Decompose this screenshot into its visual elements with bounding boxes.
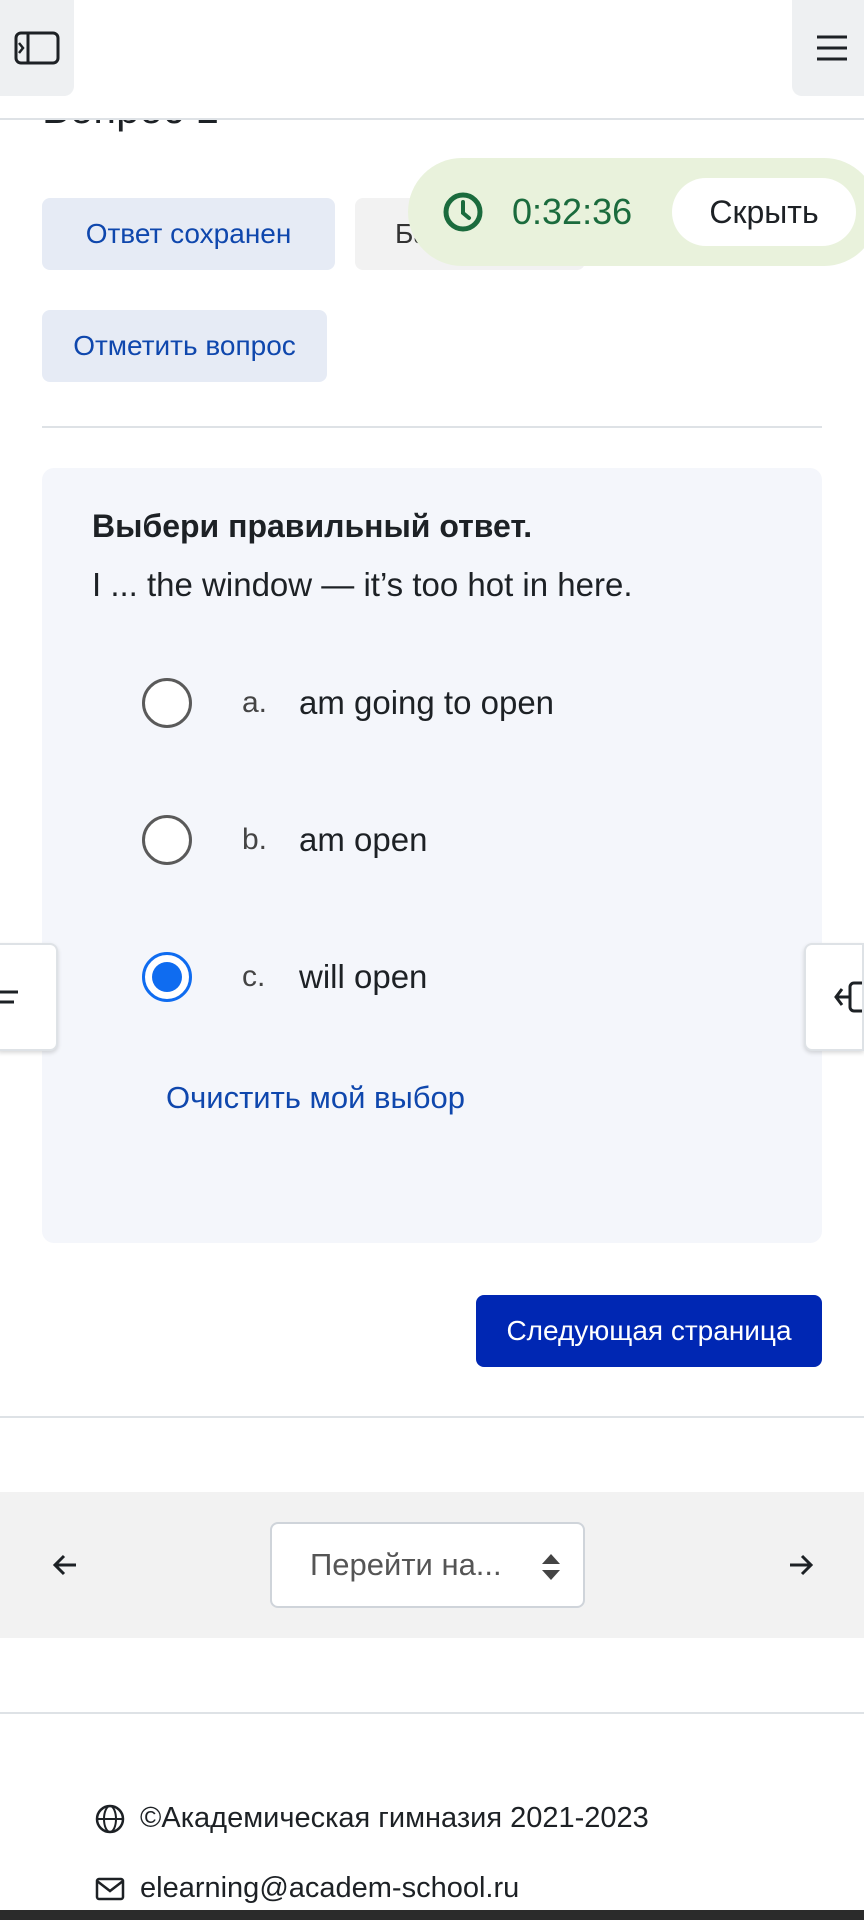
question-prompt: Выбери правильный ответ. [92,508,533,544]
top-bar [0,0,864,120]
clear-choice-link[interactable]: Очистить мой выбор [166,1080,465,1116]
option-text: will open [299,958,428,995]
right-drawer-tab[interactable] [804,943,864,1051]
jump-to-select[interactable]: Перейти на... [270,1522,585,1608]
divider [0,1712,864,1714]
answer-option-c[interactable]: c. will open [142,942,742,1012]
system-bottom-bar [0,1910,864,1920]
hamburger-menu-icon [817,35,847,61]
jump-to-placeholder: Перейти на... [310,1547,502,1582]
radio-button-a[interactable] [142,678,192,728]
hide-timer-button[interactable]: Скрыть [672,178,856,246]
drawer-open-icon [834,981,862,1013]
drawer-toggle-icon [0,990,18,1004]
footer-copyright: ©Академическая гимназия 2021-2023 [94,1802,649,1835]
copyright-text: ©Академическая гимназия 2021-2023 [140,1802,649,1834]
timer-value: 0:32:36 [512,191,633,232]
option-letter: c. [242,960,266,993]
question-navigation-bar: Перейти на... [0,1492,864,1638]
option-text: am going to open [299,684,555,721]
left-drawer-tab[interactable] [0,943,58,1051]
arrow-right-icon [790,1554,814,1576]
select-caret-icon [542,1554,560,1580]
menu-button[interactable] [792,0,864,96]
radio-button-c[interactable] [142,952,192,1002]
sidebar-toggle-button[interactable] [0,0,74,96]
previous-activity-button[interactable] [42,1542,88,1588]
clock-icon [443,192,483,232]
flag-question-button[interactable]: Отметить вопрос [42,310,327,382]
mail-icon [95,1877,125,1900]
option-letter: a. [242,686,268,719]
arrow-left-icon [52,1554,76,1576]
next-activity-button[interactable] [778,1542,824,1588]
option-text: am open [299,821,428,858]
divider [0,1416,864,1418]
option-letter: b. [242,823,268,856]
next-page-button[interactable]: Следующая страница [476,1295,822,1367]
answer-option-b[interactable]: b. am open [142,805,742,875]
divider [42,426,822,428]
question-card: Выбери правильный ответ. I ... the windo… [42,468,822,1243]
question-text: I ... the window — it’s too hot in here. [92,566,633,603]
sidebar-toggle-icon [14,31,60,65]
email-link[interactable]: elearning@academ-school.ru [140,1872,519,1905]
quiz-timer: 0:32:36 Скрыть [408,158,864,266]
answer-option-a[interactable]: a. am going to open [142,668,742,738]
answer-saved-badge: Ответ сохранен [42,198,335,270]
globe-icon [95,1804,125,1833]
radio-button-b[interactable] [142,815,192,865]
footer-email[interactable]: elearning@academ-school.ru [94,1872,519,1905]
